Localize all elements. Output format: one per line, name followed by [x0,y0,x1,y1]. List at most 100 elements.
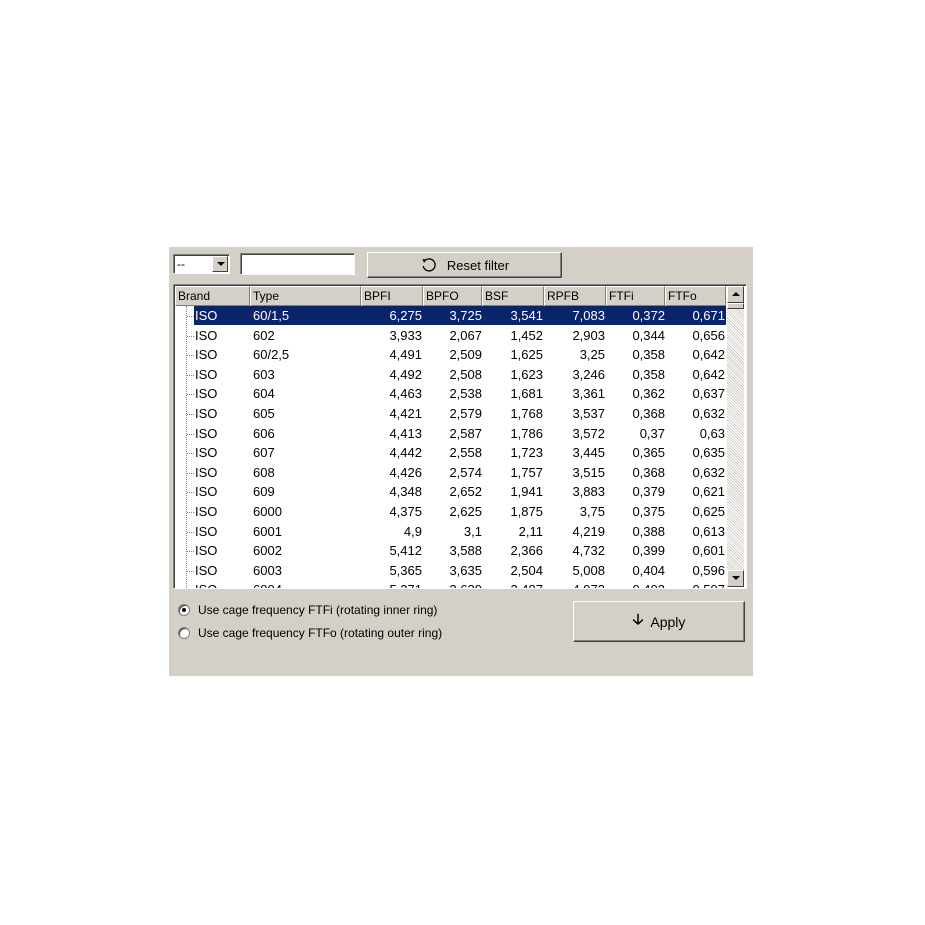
cell-type: 604 [253,386,275,402]
reset-filter-label: Reset filter [446,257,510,273]
cell-rpfb: 3,572 [572,425,605,441]
cell-ftfi: 0,358 [632,347,665,363]
column-header[interactable]: RPFB [544,286,606,306]
cell-bpfi: 5,412 [389,543,422,559]
cell-brand: ISO [195,445,218,461]
filter-field-combo[interactable]: -- [173,254,230,274]
scroll-up-button[interactable] [727,286,744,303]
column-header[interactable]: Brand [175,286,250,306]
cell-ftfo: 0,632 [692,406,725,421]
arrow-down-icon: 🡣 [632,611,644,628]
tree-branch [187,335,194,337]
scroll-thumb[interactable] [727,303,744,309]
cell-rpfb: 4,973 [572,582,605,588]
cell-bsf: 1,723 [510,445,543,461]
table-row[interactable]: ISO 60/2,5 4,491 2,509 1,625 3,25 0,358 0,642 [175,345,726,365]
column-header[interactable]: FTFi [606,286,665,306]
column-header[interactable]: FTFo [665,286,726,306]
cell-bpfi: 6,275 [389,308,422,323]
cell-bpfo: 2,067 [449,327,482,343]
apply-button[interactable]: 🡣 Apply [573,601,745,642]
cell-rpfb: 4,732 [572,543,605,559]
column-header[interactable]: BPFO [423,286,482,306]
cell-bpfi: 4,442 [389,445,422,461]
cell-bpfo: 2,558 [449,445,482,461]
ftfi-label: Use cage frequency FTFi (rotating inner … [198,603,438,617]
cell-ftfi: 0,368 [632,406,665,421]
cell-bpfo: 3,629 [449,582,482,588]
table-row[interactable]: ISO 604 4,463 2,538 1,681 3,361 0,362 0,637 [175,384,726,404]
tree-branch [187,414,194,415]
cell-ftfo: 0,635 [692,445,725,461]
cell-bpfi: 5,371 [389,582,422,588]
cell-bsf: 2,11 [518,523,543,539]
cell-ftfo: 0,613 [692,523,725,539]
combo-dropdown-button[interactable] [212,256,228,272]
cell-bpfi: 5,365 [389,562,422,578]
cell-ftfo: 0,63 [699,425,725,441]
ftfo-radio[interactable] [178,627,190,639]
cell-ftfo: 0,671 [692,308,725,323]
cell-rpfb: 4,219 [572,523,605,539]
cell-ftfi: 0,375 [632,504,665,519]
tree-branch [187,374,194,376]
cell-bsf: 1,623 [510,366,543,382]
column-header[interactable]: Type [250,286,361,306]
cell-bsf: 1,757 [510,464,543,480]
cell-ftfi: 0,365 [632,445,665,461]
cell-ftfo: 0,642 [692,366,725,382]
reset-filter-button[interactable]: Reset filter [367,252,562,278]
cell-bpfo: 2,652 [449,484,482,500]
tree-branch [187,453,194,455]
column-header[interactable]: BPFI [361,286,423,306]
cell-ftfi: 0,372 [632,308,665,323]
ftfi-radio[interactable] [178,604,190,616]
cell-brand: ISO [195,484,218,500]
cell-rpfb: 3,445 [572,445,605,461]
column-header[interactable]: BSF [482,286,544,306]
cell-bpfi: 4,421 [389,406,422,421]
table-row[interactable]: ISO 6003 5,365 3,635 2,504 5,008 0,404 0,596 [175,561,726,581]
tree-branch [187,394,194,396]
table-row[interactable]: ISO 60/1,5 6,275 3,725 3,541 7,083 0,372 0,671 [175,306,726,326]
tree-branch [187,316,194,317]
table-row[interactable]: ISO 603 4,492 2,508 1,623 3,246 0,358 0,642 [175,365,726,385]
cell-bpfo: 2,579 [449,406,482,421]
cell-bsf: 1,786 [510,425,543,441]
table-row[interactable]: ISO 605 4,421 2,579 1,768 3,537 0,368 0,632 [175,404,726,424]
cell-brand: ISO [195,308,218,323]
cell-bpfi: 3,933 [389,327,422,343]
table-row[interactable]: ISO 609 4,348 2,652 1,941 3,883 0,379 0,621 [175,482,726,502]
table-row[interactable]: ISO 6004 5,371 3,629 2,487 4,973 0,403 0,597 [175,580,726,588]
table-row[interactable]: ISO 606 4,413 2,587 1,786 3,572 0,37 0,63 [175,424,726,444]
table-row[interactable]: ISO 6001 4,9 3,1 2,11 4,219 0,388 0,613 [175,522,726,542]
radio-selected-dot [182,608,186,612]
table-row[interactable]: ISO 6002 5,412 3,588 2,366 4,732 0,399 0,601 [175,541,726,561]
cell-type: 6000 [253,504,282,519]
cell-brand: ISO [195,347,218,363]
cell-bpfo: 3,588 [449,543,482,559]
cell-bpfi: 4,413 [389,425,422,441]
cell-brand: ISO [195,562,218,578]
table-row[interactable]: ISO 608 4,426 2,574 1,757 3,515 0,368 0,632 [175,463,726,483]
ftfi-option[interactable]: Use cage frequency FTFi (rotating inner … [178,601,437,619]
vertical-scrollbar[interactable] [727,286,744,587]
ftfo-option[interactable]: Use cage frequency FTFo (rotating outer … [178,624,442,642]
table-row[interactable]: ISO 6000 4,375 2,625 1,875 3,75 0,375 0,625 [175,502,726,522]
table-row[interactable]: ISO 607 4,442 2,558 1,723 3,445 0,365 0,635 [175,443,726,463]
scroll-down-button[interactable] [727,570,744,587]
cell-bsf: 2,366 [510,543,543,559]
cell-ftfo: 0,656 [692,327,725,343]
bearing-list[interactable]: Brand Type BPFI BPFO BSF RPFB FTFi FTFo ISO 60/1… [173,284,747,589]
cell-bpfo: 3,635 [449,562,482,578]
filter-text-input[interactable] [240,253,355,275]
cell-rpfb: 3,25 [579,347,605,363]
table-row[interactable]: ISO 602 3,933 2,067 1,452 2,903 0,344 0,656 [175,326,726,346]
cell-brand: ISO [195,386,218,402]
cell-bsf: 2,487 [510,582,543,588]
cell-bsf: 1,625 [510,347,543,363]
cell-rpfb: 7,083 [572,308,605,323]
cell-bpfo: 2,625 [449,504,482,519]
cell-ftfi: 0,404 [632,562,665,578]
cell-ftfi: 0,403 [632,582,665,588]
